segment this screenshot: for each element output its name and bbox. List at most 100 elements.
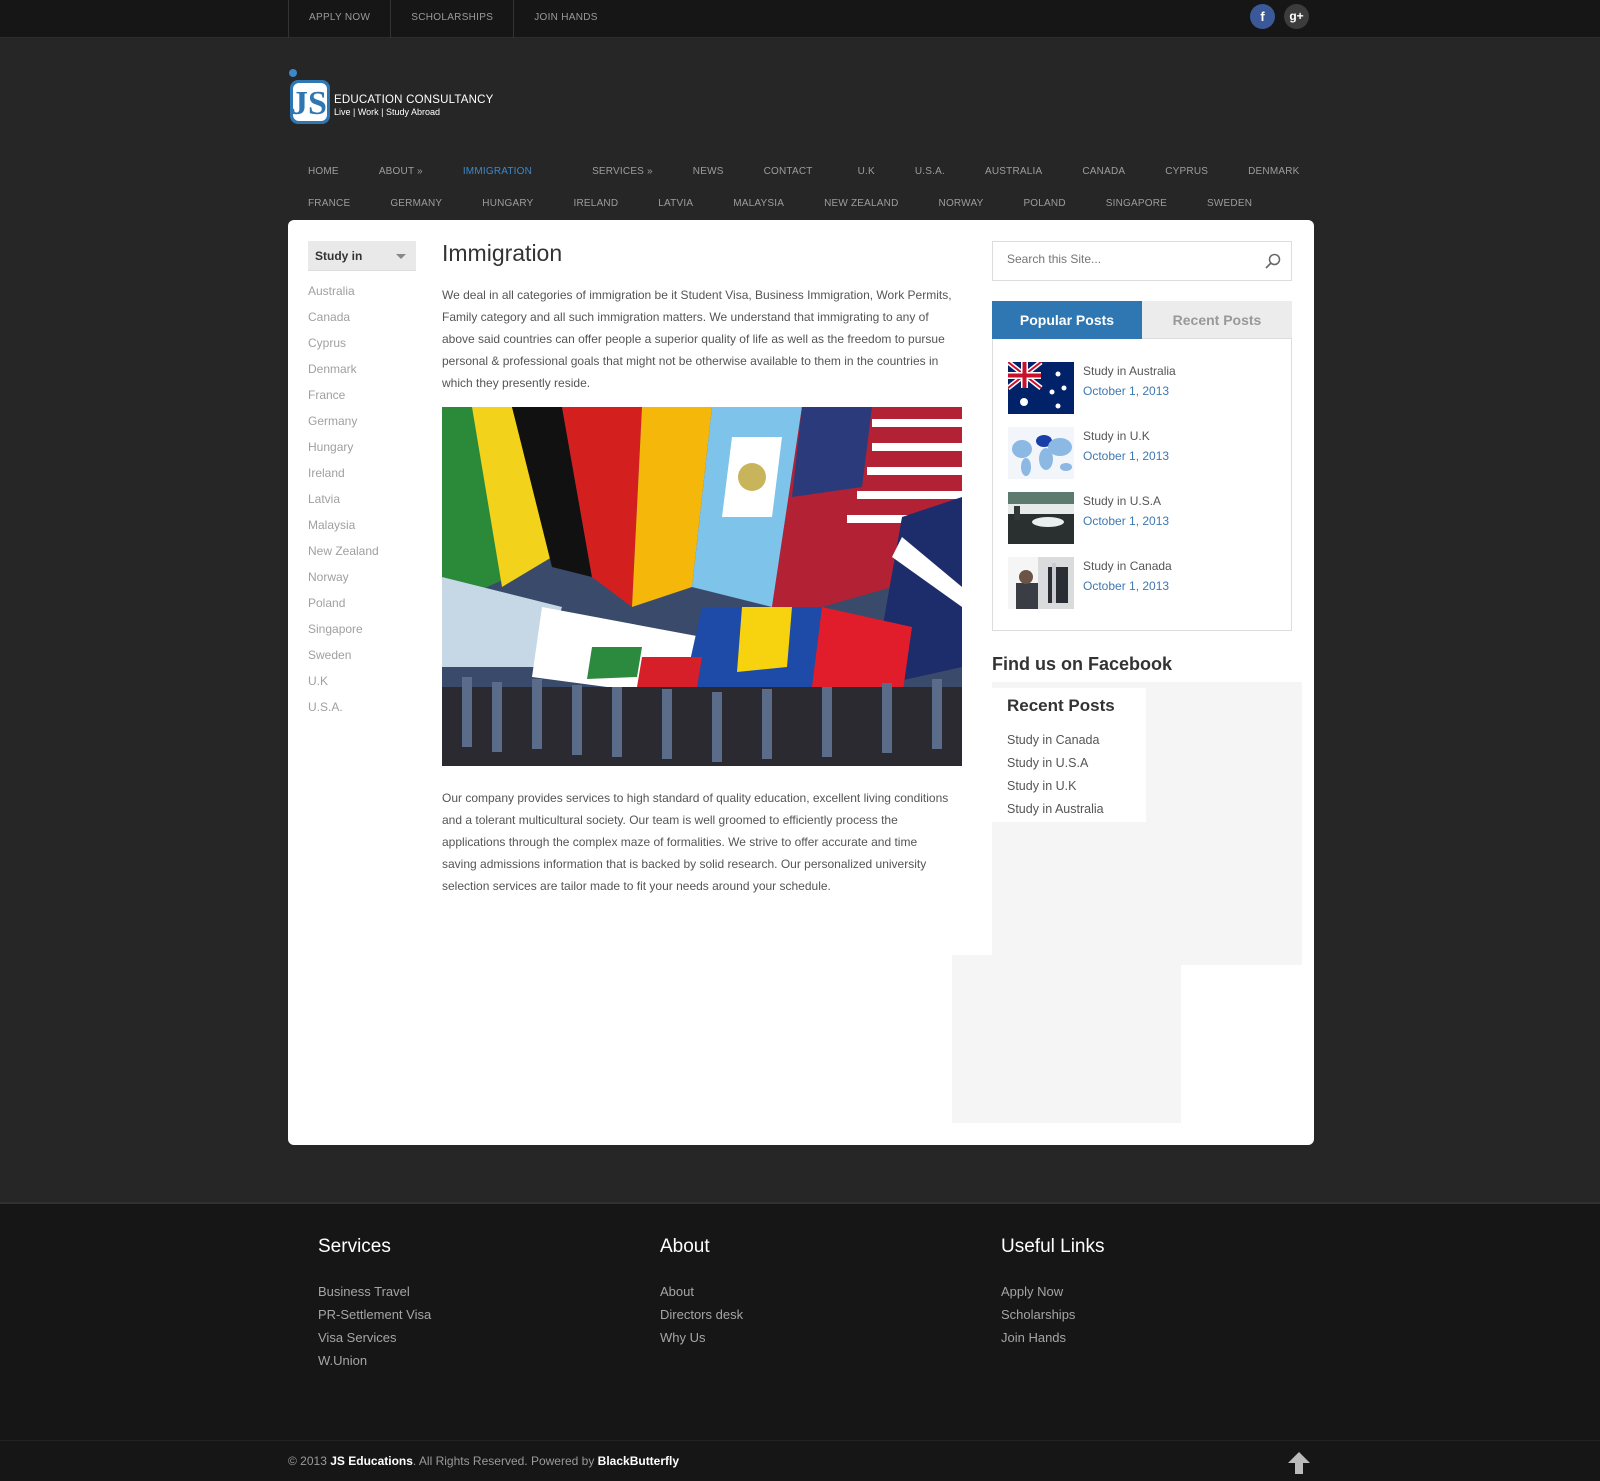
top-link-apply-now[interactable]: APPLY NOW [288,0,390,38]
footer-links-title: Useful Links [1001,1236,1105,1257]
footer-link[interactable]: Directors desk [660,1307,743,1330]
country-link[interactable]: Sweden [308,648,379,674]
nav-sweden[interactable]: SWEDEN [1187,198,1272,209]
top-link-join-hands[interactable]: JOIN HANDS [513,0,618,38]
country-link[interactable]: Norway [308,570,379,596]
country-link[interactable]: Ireland [308,466,379,492]
country-link[interactable]: France [308,388,379,414]
nav-latvia[interactable]: LATVIA [638,198,713,209]
recent-post-link[interactable]: Study in Canada [1007,733,1104,756]
search-box [992,241,1292,281]
back-to-top-icon[interactable] [1287,1451,1311,1475]
site-logo[interactable]: JS EDUCATION CONSULTANCY Live | Work | S… [288,68,508,128]
country-link[interactable]: Poland [308,596,379,622]
country-link[interactable]: Germany [308,414,379,440]
country-link[interactable]: U.S.A. [308,700,379,726]
nav-ireland[interactable]: IRELAND [554,198,639,209]
footer-link[interactable]: About [660,1284,743,1307]
footer-link[interactable]: Apply Now [1001,1284,1105,1307]
post-date: October 1, 2013 [1083,579,1170,593]
nav-malaysia[interactable]: MALAYSIA [713,198,804,209]
bottom-bar: © 2013 JS Educations. All Rights Reserve… [0,1440,1600,1481]
footer-services: Services Business Travel PR-Settlement V… [318,1236,431,1376]
nav-singapore[interactable]: SINGAPORE [1086,198,1187,209]
post-item[interactable]: Study in U.S.A October 1, 2013 [1008,492,1278,544]
google-plus-icon[interactable]: g+ [1284,4,1309,29]
classroom-thumbnail [1008,492,1074,544]
nav-hungary[interactable]: HUNGARY [462,198,553,209]
footer-link[interactable]: Visa Services [318,1330,431,1353]
recent-post-link[interactable]: Study in Australia [1007,802,1104,825]
popular-posts-list: Study in Australia October 1, 2013 Study… [992,339,1292,631]
powered-by-link[interactable]: BlackButterfly [598,1454,679,1468]
nav-canada[interactable]: CANADA [1062,166,1145,177]
footer-link[interactable]: Business Travel [318,1284,431,1307]
post-item[interactable]: Study in Canada October 1, 2013 [1008,557,1278,609]
study-in-dropdown[interactable]: Study in [308,241,416,271]
top-bar: APPLY NOW SCHOLARSHIPS JOIN HANDS f g+ [0,0,1600,38]
facebook-widget-title: Find us on Facebook [992,654,1173,674]
nav-services[interactable]: SERVICES » [572,166,673,177]
recent-post-link[interactable]: Study in U.K [1007,779,1104,802]
nav-cyprus[interactable]: CYPRUS [1145,166,1228,177]
nav-usa[interactable]: U.S.A. [895,166,965,177]
post-title[interactable]: Study in U.S.A [1083,494,1161,508]
country-link[interactable]: Singapore [308,622,379,648]
country-list: Australia Canada Cyprus Denmark France G… [308,284,379,726]
posts-tabs: Popular Posts Recent Posts [992,301,1292,339]
nav-row: FRANCE GERMANY HUNGARY IRELAND LATVIA MA… [288,187,1312,219]
nav-denmark[interactable]: DENMARK [1228,166,1319,177]
post-title[interactable]: Study in Australia [1083,364,1176,378]
intro-paragraph: We deal in all categories of immigration… [442,288,952,390]
tab-recent-posts[interactable]: Recent Posts [1142,301,1292,339]
nav-row: HOME ABOUT » IMMIGRATION SERVICES » NEWS… [288,155,1312,187]
nav-immigration[interactable]: IMMIGRATION [443,166,552,177]
footer-link[interactable]: Scholarships [1001,1307,1105,1330]
post-title[interactable]: Study in Canada [1083,559,1172,573]
copyright-brand[interactable]: JS Educations [330,1454,413,1468]
nav-poland[interactable]: POLAND [1003,198,1085,209]
country-link[interactable]: Hungary [308,440,379,466]
nav-new-zealand[interactable]: NEW ZEALAND [804,198,918,209]
nav-norway[interactable]: NORWAY [919,198,1004,209]
footer-about: About About Directors desk Why Us [660,1236,743,1353]
footer-link[interactable]: PR-Settlement Visa [318,1307,431,1330]
country-link[interactable]: New Zealand [308,544,379,570]
top-link-scholarships[interactable]: SCHOLARSHIPS [390,0,513,38]
recent-post-link[interactable]: Study in U.S.A [1007,756,1104,779]
search-input[interactable] [1007,252,1257,266]
nav-about[interactable]: ABOUT » [359,166,443,177]
post-date: October 1, 2013 [1083,514,1170,528]
footer-link[interactable]: Join Hands [1001,1330,1105,1353]
copyright: © 2013 JS Educations. All Rights Reserve… [288,1454,679,1468]
chevron-down-icon [396,254,406,259]
country-link[interactable]: Denmark [308,362,379,388]
country-link[interactable]: U.K [308,674,379,700]
nav-contact[interactable]: CONTACT [744,166,833,177]
nav-home[interactable]: HOME [288,166,359,177]
country-link[interactable]: Cyprus [308,336,379,362]
tab-popular-posts[interactable]: Popular Posts [992,301,1142,339]
nav-uk[interactable]: U.K [838,166,895,177]
search-icon[interactable] [1265,253,1281,269]
footer-services-title: Services [318,1236,391,1257]
nav-australia[interactable]: AUSTRALIA [965,166,1062,177]
nav-news[interactable]: NEWS [673,166,744,177]
recent-posts-list: Study in Canada Study in U.S.A Study in … [1007,733,1104,825]
post-title[interactable]: Study in U.K [1083,429,1150,443]
post-item[interactable]: Study in Australia October 1, 2013 [1008,362,1278,414]
country-link[interactable]: Malaysia [308,518,379,544]
nav-germany[interactable]: GERMANY [370,198,462,209]
recent-posts-title: Recent Posts [1007,696,1115,715]
footer-link[interactable]: W.Union [318,1353,431,1376]
nav-france[interactable]: FRANCE [288,198,370,209]
country-link[interactable]: Australia [308,284,379,310]
footer-link[interactable]: Why Us [660,1330,743,1353]
post-item[interactable]: Study in U.K October 1, 2013 [1008,427,1278,479]
footer: Services Business Travel PR-Settlement V… [0,1202,1600,1440]
country-link[interactable]: Latvia [308,492,379,518]
copyright-text: . All Rights Reserved. Powered by [412,1454,595,1468]
facebook-icon[interactable]: f [1250,4,1275,29]
country-link[interactable]: Canada [308,310,379,336]
copyright-year: © 2013 [288,1454,327,1468]
